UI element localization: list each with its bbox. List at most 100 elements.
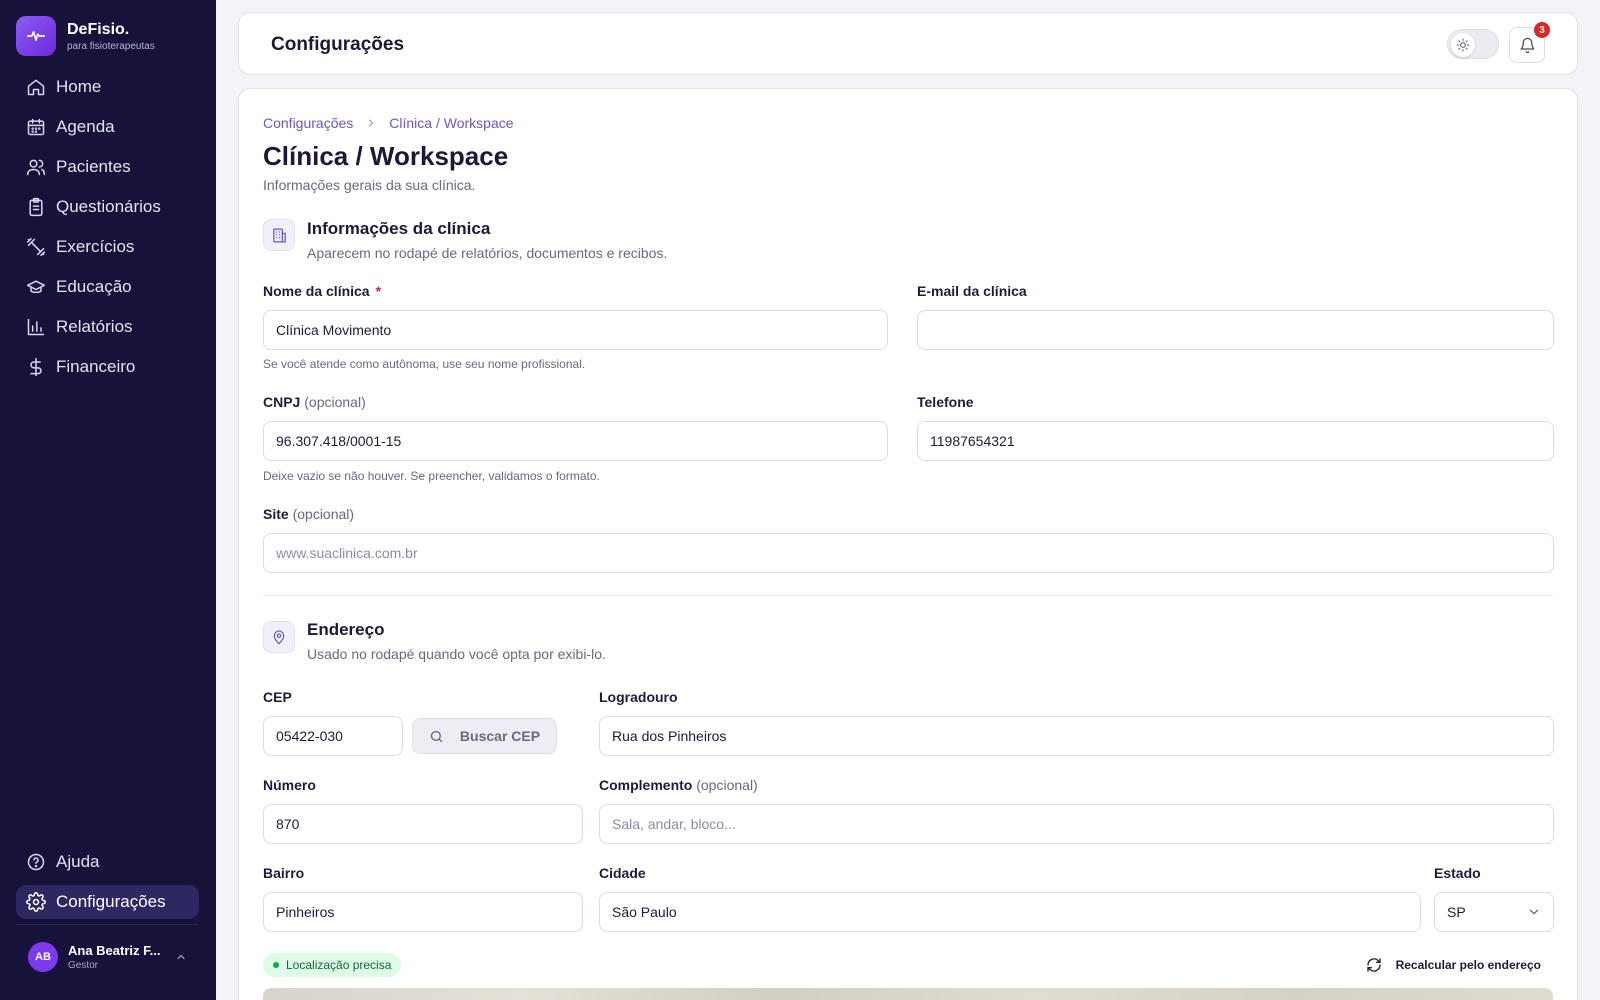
city-input[interactable]: São Paulo: [599, 892, 1421, 932]
help-circle-icon: [27, 853, 45, 871]
number-input[interactable]: 870: [263, 804, 583, 844]
sidebar-item-agenda[interactable]: Agenda: [16, 110, 199, 144]
users-icon: [26, 159, 46, 176]
chevron-right-icon: [369, 119, 374, 127]
bar-chart-icon: [27, 318, 45, 336]
section-title-clinic-info: Informações da clínica: [307, 219, 491, 238]
recalculate-button[interactable]: Recalcular pelo endereço: [1366, 953, 1541, 977]
search-cep-label: Buscar CEP: [459, 728, 541, 744]
location-status-badge: Localização precisa: [263, 953, 402, 977]
cep-input[interactable]: 05422-030: [263, 716, 403, 756]
notifications-button[interactable]: 3: [1509, 22, 1550, 63]
optional-text: (opcional): [696, 777, 758, 793]
sidebar-item-home[interactable]: Home: [16, 70, 199, 104]
cnpj-hint: Deixe vazio se não houver. Se preencher,…: [263, 469, 600, 483]
theme-toggle[interactable]: [1447, 29, 1499, 59]
location-status-text: Localização precisa: [286, 958, 392, 972]
notification-badge: 3: [1534, 22, 1550, 38]
refresh-icon: [1366, 958, 1381, 972]
search-cep-button[interactable]: Buscar CEP: [412, 718, 557, 754]
street-label: Logradouro: [599, 689, 678, 705]
sidebar-item-exercicios[interactable]: Exercícios: [16, 230, 199, 264]
sidebar-item-educacao[interactable]: Educação: [16, 270, 199, 304]
sidebar-item-pacientes[interactable]: Pacientes: [16, 150, 199, 184]
site-input[interactable]: www.suaclinica.com.br: [263, 533, 1554, 573]
location-map[interactable]: [263, 988, 1553, 1000]
state-select[interactable]: SP: [1434, 892, 1554, 932]
site-label: Site (opcional): [263, 506, 354, 522]
optional-text: (opcional): [304, 394, 366, 410]
street-input[interactable]: Rua dos Pinheiros: [599, 716, 1554, 756]
clipboard-icon: [29, 197, 43, 217]
district-label: Bairro: [263, 865, 305, 881]
site-label-text: Site: [263, 506, 289, 522]
building-icon: [263, 219, 295, 251]
search-icon: [430, 730, 443, 742]
user-name: Ana Beatriz F...: [68, 943, 161, 958]
state-label: Estado: [1434, 865, 1481, 881]
breadcrumb-current: Clínica / Workspace: [389, 115, 514, 131]
calendar-icon: [27, 118, 45, 136]
map-pin-icon: [263, 621, 295, 653]
optional-text: (opcional): [292, 506, 355, 522]
avatar: AB: [28, 942, 58, 972]
sidebar-item-label: Home: [56, 77, 102, 96]
clinic-name-hint: Se você atende como autônoma, use seu no…: [263, 357, 586, 371]
section-title-address: Endereço: [307, 620, 385, 639]
phone-label: Telefone: [917, 394, 974, 410]
cep-label: CEP: [263, 689, 292, 705]
user-menu[interactable]: AB Ana Beatriz F... Gestor: [16, 942, 199, 972]
sidebar-item-label: Educação: [56, 277, 132, 296]
required-mark: *: [375, 283, 382, 299]
section-divider: [263, 595, 1553, 596]
district-input[interactable]: Pinheiros: [263, 892, 583, 932]
number-label: Número: [263, 777, 316, 793]
user-role: Gestor: [68, 960, 99, 971]
sidebar-divider: [16, 924, 199, 925]
sidebar-item-label: Ajuda: [56, 852, 100, 871]
chevron-down-icon: [1529, 909, 1539, 915]
bell-icon: [1519, 37, 1535, 53]
settings-card: Configurações Clínica / Workspace Clínic…: [238, 88, 1578, 1000]
city-label: Cidade: [599, 865, 646, 881]
sidebar-item-configuracoes[interactable]: Configurações: [16, 885, 199, 919]
clinic-email-input[interactable]: [917, 310, 1554, 350]
sidebar-item-label: Exercícios: [56, 237, 135, 256]
section-subtitle-address: Usado no rodapé quando você opta por exi…: [307, 646, 606, 662]
clinic-name-label: Nome da clínica *: [263, 283, 381, 299]
sidebar-item-questionarios[interactable]: Questionários: [16, 190, 199, 224]
dumbbell-icon: [26, 237, 46, 257]
sidebar-bottom-nav: Ajuda Configurações: [16, 845, 199, 925]
complement-label-text: Complemento: [599, 777, 693, 793]
graduation-cap-icon: [26, 280, 46, 294]
sidebar-nav: Home Agenda Pacientes Questionários Exer…: [16, 70, 199, 390]
clinic-name-input[interactable]: Clínica Movimento: [263, 310, 888, 350]
complement-label: Complemento (opcional): [599, 777, 758, 793]
breadcrumb: Configurações Clínica / Workspace: [263, 115, 514, 131]
section-subtitle-clinic-info: Aparecem no rodapé de relatórios, docume…: [307, 245, 668, 261]
sun-icon: [1451, 33, 1475, 57]
sidebar-item-label: Relatórios: [56, 317, 133, 336]
top-header: Configurações 3: [238, 12, 1578, 75]
clinic-name-label-text: Nome da clínica: [263, 283, 370, 299]
sidebar-item-relatorios[interactable]: Relatórios: [16, 310, 199, 344]
brand-name: DeFisio.: [67, 20, 130, 38]
sidebar: DeFisio. para fisioterapeutas Home Agend…: [0, 0, 216, 1000]
brand[interactable]: DeFisio. para fisioterapeutas: [16, 16, 155, 56]
activity-icon: [16, 16, 56, 56]
sidebar-item-label: Configurações: [56, 892, 166, 911]
gear-icon: [26, 892, 46, 912]
breadcrumb-root[interactable]: Configurações: [263, 115, 353, 131]
recalculate-label: Recalcular pelo endereço: [1395, 958, 1541, 972]
header-title: Configurações: [271, 34, 405, 55]
clinic-email-label: E-mail da clínica: [917, 283, 1027, 299]
sidebar-item-ajuda[interactable]: Ajuda: [16, 845, 199, 879]
sidebar-item-label: Pacientes: [56, 157, 131, 176]
phone-input[interactable]: 11987654321: [917, 421, 1554, 461]
page-title: Clínica / Workspace: [263, 141, 509, 171]
cnpj-input[interactable]: 96.307.418/0001-15: [263, 421, 888, 461]
chevron-up-icon: [177, 954, 185, 960]
complement-input[interactable]: Sala, andar, bloco...: [599, 804, 1554, 844]
sidebar-item-financeiro[interactable]: Financeiro: [16, 350, 199, 384]
cnpj-label: CNPJ (opcional): [263, 394, 366, 410]
